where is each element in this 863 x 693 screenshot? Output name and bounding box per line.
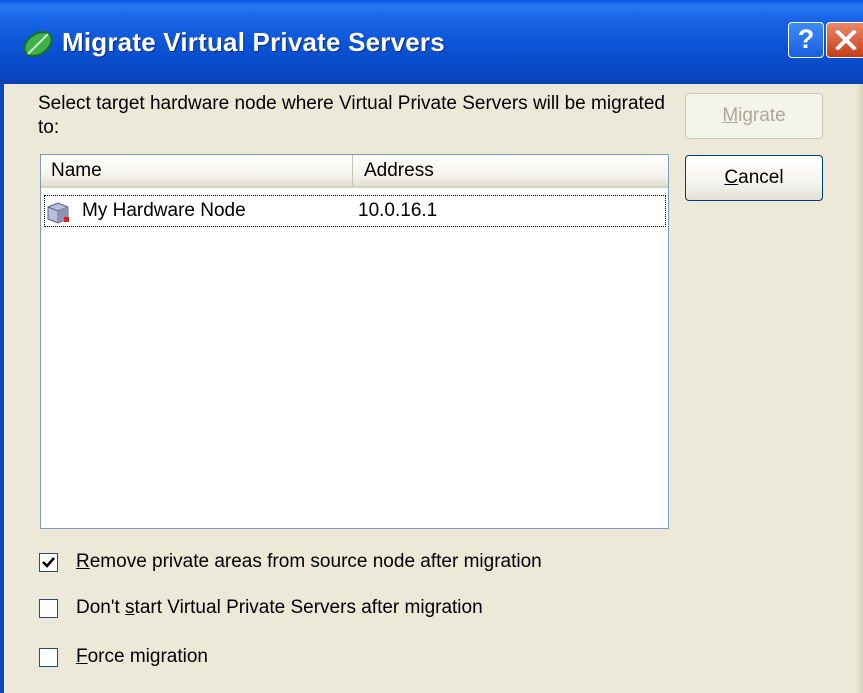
close-button[interactable]: [826, 22, 863, 58]
leaf-logo-icon: [23, 31, 53, 57]
hardware-node-icon: [47, 202, 69, 224]
window-edge: [856, 84, 863, 693]
list-header: Name Address: [41, 155, 668, 188]
cancel-button[interactable]: Cancel: [685, 155, 823, 201]
hardware-node-list[interactable]: Name Address My Hardware Node 10.0.16.1: [40, 154, 669, 529]
close-icon: [835, 30, 857, 50]
dont-start-servers-checkbox[interactable]: [39, 599, 58, 618]
force-migration-checkbox[interactable]: [39, 648, 58, 667]
list-item[interactable]: My Hardware Node 10.0.16.1: [44, 195, 666, 227]
dont-start-servers-label: Don't start Virtual Private Servers afte…: [76, 597, 483, 618]
remove-private-areas-checkbox[interactable]: [39, 553, 58, 572]
instruction-text: Select target hardware node where Virtua…: [38, 93, 665, 138]
migrate-label: Migrate: [722, 105, 786, 126]
node-name-cell: My Hardware Node: [82, 200, 246, 221]
node-address-cell: 10.0.16.1: [358, 200, 438, 221]
cancel-label: Cancel: [724, 167, 784, 188]
help-button[interactable]: ?: [788, 22, 824, 58]
remove-private-areas-label: Remove private areas from source node af…: [76, 551, 542, 572]
window-title: Migrate Virtual Private Servers: [62, 27, 445, 57]
window-border: [0, 84, 4, 693]
column-header-address[interactable]: Address: [354, 155, 668, 186]
force-migration-label: Force migration: [76, 646, 208, 667]
migrate-button[interactable]: Migrate: [685, 93, 823, 139]
title-bar[interactable]: Migrate Virtual Private Servers ?: [0, 0, 863, 84]
column-header-name[interactable]: Name: [41, 155, 353, 186]
help-icon: ?: [797, 24, 815, 54]
checkmark-icon: [42, 557, 55, 568]
